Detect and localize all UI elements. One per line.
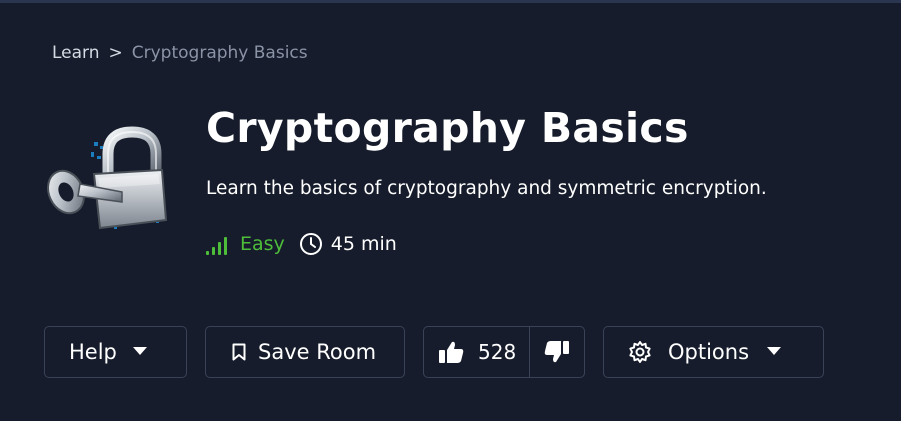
top-border: [0, 0, 901, 3]
options-label: Options: [668, 340, 750, 364]
downvote-button[interactable]: [530, 327, 584, 377]
clock-icon: [299, 232, 323, 256]
difficulty-label: Easy: [240, 233, 285, 255]
vote-group: 528: [423, 326, 585, 378]
room-description: Learn the basics of cryptography and sym…: [206, 178, 767, 199]
upvote-button[interactable]: 528: [424, 327, 530, 377]
duration-label: 45 min: [330, 233, 397, 255]
padlock-key-icon: [44, 124, 174, 234]
caret-down-icon: [767, 347, 782, 357]
save-room-button[interactable]: Save Room: [205, 326, 405, 378]
gear-icon: [628, 340, 652, 364]
breadcrumb-learn-link[interactable]: Learn: [52, 43, 100, 63]
save-room-label: Save Room: [258, 340, 377, 364]
options-button[interactable]: Options: [603, 326, 824, 378]
thumbs-down-icon: [544, 340, 570, 364]
help-label: Help: [69, 340, 117, 364]
caret-down-icon: [132, 347, 147, 357]
breadcrumb-current: Cryptography Basics: [131, 43, 308, 63]
breadcrumb: Learn > Cryptography Basics: [52, 43, 308, 63]
upvote-count: 528: [478, 340, 517, 364]
difficulty-signal-icon: [206, 233, 230, 255]
room-meta: Easy 45 min: [206, 232, 397, 256]
thumbs-up-icon: [438, 340, 464, 364]
bookmark-icon: [232, 343, 246, 361]
help-button[interactable]: Help: [44, 326, 187, 378]
breadcrumb-separator: >: [108, 43, 123, 63]
room-title: Cryptography Basics: [206, 104, 689, 152]
